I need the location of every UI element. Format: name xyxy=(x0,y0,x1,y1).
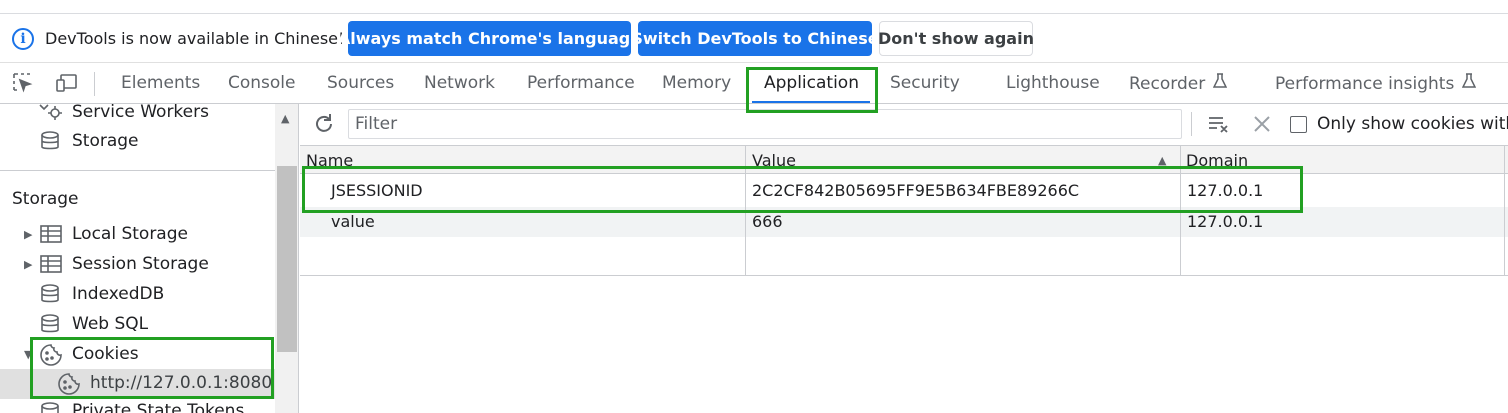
tab-lighthouse[interactable]: Lighthouse xyxy=(1006,73,1100,93)
delete-selected-icon[interactable] xyxy=(1250,112,1274,136)
sidebar-item-cookie-origin[interactable]: http://127.0.0.1:8080 xyxy=(90,373,272,393)
sidebar-item-storage[interactable]: Storage xyxy=(72,131,139,151)
expand-arrow-icon[interactable]: ▶ xyxy=(24,258,32,271)
sidebar-item-cookies[interactable]: Cookies xyxy=(72,344,139,364)
only-show-label: Only show cookies with xyxy=(1317,114,1508,134)
database-icon xyxy=(40,402,60,413)
cookies-table: Name Value ▲ Domain JSESSIONID 2C2CF842B… xyxy=(300,146,1508,276)
cookie-icon xyxy=(40,344,62,370)
device-toolbar-icon[interactable] xyxy=(55,72,79,94)
filter-input[interactable] xyxy=(348,109,1182,139)
database-icon xyxy=(40,131,60,155)
database-icon xyxy=(40,314,60,338)
tab-recorder[interactable]: Recorder xyxy=(1129,73,1228,94)
sidebar-item-web-sql[interactable]: Web SQL xyxy=(72,314,148,334)
cell-name: JSESSIONID xyxy=(331,181,423,200)
column-header-name[interactable]: Name xyxy=(300,146,746,174)
column-header-domain[interactable]: Domain xyxy=(1180,146,1508,174)
tab-console[interactable]: Console xyxy=(228,73,296,93)
cell-domain: 127.0.0.1 xyxy=(1187,212,1264,231)
collapse-arrow-icon[interactable]: ▼ xyxy=(24,348,32,361)
sidebar-item-service-workers[interactable]: Service Workers xyxy=(72,104,209,122)
language-infobar: i DevTools is now available in Chinese! … xyxy=(0,18,1508,60)
sort-ascending-icon: ▲ xyxy=(1158,154,1167,167)
toolbar-separator xyxy=(1191,112,1192,136)
experiment-flask-icon xyxy=(1212,73,1228,94)
column-divider[interactable] xyxy=(1504,146,1505,276)
tab-network[interactable]: Network xyxy=(424,73,495,93)
cell-value: 666 xyxy=(752,212,783,231)
table-icon xyxy=(40,224,62,248)
tab-performance-insights-label: Performance insights xyxy=(1275,74,1455,94)
scrollbar-thumb[interactable] xyxy=(277,166,297,352)
table-row[interactable]: JSESSIONID 2C2CF842B05695FF9E5B634FBE892… xyxy=(300,176,1508,206)
sidebar-scrollbar[interactable]: ▲ xyxy=(275,104,299,413)
switch-to-chinese-button[interactable]: Switch DevTools to Chinese xyxy=(631,21,879,56)
checkbox-box[interactable] xyxy=(1290,115,1307,133)
cell-name: value xyxy=(331,212,375,231)
toolbar-separator xyxy=(94,72,95,96)
scroll-up-arrow-icon[interactable]: ▲ xyxy=(281,112,289,125)
tab-elements[interactable]: Elements xyxy=(121,73,200,93)
sidebar-divider xyxy=(0,170,275,171)
sidebar-section-storage: Storage xyxy=(12,189,79,209)
tab-application[interactable]: Application xyxy=(764,73,859,93)
tab-recorder-label: Recorder xyxy=(1129,74,1206,94)
inspect-element-icon[interactable] xyxy=(12,72,36,94)
column-divider[interactable] xyxy=(1180,146,1181,276)
service-workers-icon xyxy=(38,104,64,124)
clear-all-cookies-icon[interactable] xyxy=(1207,112,1231,136)
devtools-tab-bar: Elements Console Sources Network Perform… xyxy=(0,62,1508,104)
only-show-issues-checkbox[interactable]: Only show cookies with xyxy=(1290,114,1508,134)
table-row[interactable]: value 666 127.0.0.1 xyxy=(300,207,1508,237)
tab-sources[interactable]: Sources xyxy=(327,73,394,93)
column-header-value[interactable]: Value xyxy=(746,146,1180,174)
dont-show-again-button[interactable]: Don't show again xyxy=(878,21,1034,56)
experiment-flask-icon xyxy=(1462,73,1477,94)
cell-value: 2C2CF842B05695FF9E5B634FBE89266C xyxy=(752,181,1080,200)
database-icon xyxy=(40,284,60,308)
sidebar-item-session-storage[interactable]: Session Storage xyxy=(72,254,209,274)
tab-memory[interactable]: Memory xyxy=(662,73,731,93)
refresh-icon[interactable] xyxy=(312,112,336,136)
tab-performance[interactable]: Performance xyxy=(527,73,635,93)
sidebar-item-local-storage[interactable]: Local Storage xyxy=(72,224,188,244)
column-divider[interactable] xyxy=(745,146,746,276)
sidebar-item-indexeddb[interactable]: IndexedDB xyxy=(72,284,164,304)
cookie-icon xyxy=(58,373,80,399)
cell-domain: 127.0.0.1 xyxy=(1187,181,1264,200)
sidebar-item-private-state-tokens[interactable]: Private State Tokens xyxy=(72,401,244,413)
always-match-language-button[interactable]: Always match Chrome's language xyxy=(338,21,641,56)
expand-arrow-icon[interactable]: ▶ xyxy=(24,228,32,241)
tab-security[interactable]: Security xyxy=(890,73,960,93)
infobar-message: DevTools is now available in Chinese! xyxy=(45,29,345,48)
active-tab-indicator xyxy=(752,101,870,103)
window-top-border xyxy=(0,13,1508,14)
application-sidebar: Service Workers Storage Storage ▶ Local … xyxy=(0,104,275,413)
table-icon xyxy=(40,254,62,278)
tab-performance-insights[interactable]: Performance insights xyxy=(1275,73,1477,94)
cookies-toolbar: Only show cookies with xyxy=(300,104,1508,146)
info-icon: i xyxy=(12,28,34,50)
